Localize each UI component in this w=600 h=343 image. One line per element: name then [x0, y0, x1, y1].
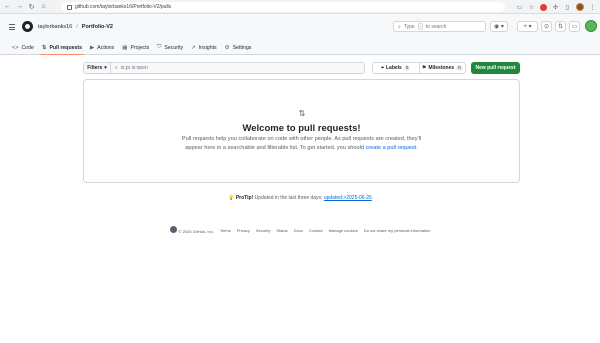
github-mark-icon[interactable]: [169, 226, 177, 233]
bookmark-star-icon[interactable]: ☆: [528, 4, 535, 11]
repo-header: taylorbanks16 / Portfolio-V2 ⌕ Type / to…: [0, 14, 600, 55]
filters-button[interactable]: Filters ▾: [83, 62, 111, 74]
extension-puzzle-icon[interactable]: ✣: [552, 4, 559, 11]
tab-code[interactable]: <> Code: [8, 40, 38, 55]
create-pull-request-link[interactable]: create a pull request: [366, 145, 417, 151]
git-pull-request-icon: ⇅: [557, 24, 564, 30]
tab-projects[interactable]: ▦ Projects: [118, 40, 153, 55]
search-filter-input[interactable]: ⌕ is:pr is:open: [111, 62, 365, 74]
copilot-icon: ◉ ▾: [494, 24, 504, 30]
milestone-icon: ⚑: [421, 65, 427, 71]
owner-link[interactable]: taylorbanks16: [38, 24, 72, 30]
search-input[interactable]: ⌕ Type / to search: [393, 21, 486, 32]
footer-link-contact[interactable]: Contact: [309, 228, 323, 233]
tab-actions[interactable]: ▶ Actions: [86, 40, 118, 55]
light-bulb-icon: 💡: [228, 195, 235, 201]
reload-icon[interactable]: ↻: [27, 2, 36, 11]
url-text: github.com/taylorbanks16/Portfolio-V2/pu…: [75, 4, 172, 10]
tag-icon: ⌖: [381, 65, 384, 71]
git-pull-request-icon: ⇅: [298, 109, 306, 118]
graph-icon: ↗: [191, 44, 196, 51]
footer-link-status[interactable]: Status: [276, 228, 287, 233]
table-icon: ▦: [122, 44, 128, 51]
hamburger-menu-icon[interactable]: [7, 22, 17, 32]
address-bar[interactable]: github.com/taylorbanks16/Portfolio-V2/pu…: [61, 2, 505, 12]
git-pull-request-icon: ⇅: [41, 44, 47, 51]
shield-icon: ⛉: [157, 44, 162, 50]
repo-link[interactable]: Portfolio-V2: [82, 24, 113, 30]
inbox-icon: ▭: [571, 24, 578, 30]
forward-icon[interactable]: →: [15, 2, 24, 11]
back-icon[interactable]: ←: [3, 2, 12, 11]
tab-security[interactable]: ⛉ Security: [153, 40, 187, 55]
protip-text: Updated in the last three days:: [254, 195, 323, 201]
pull-requests-button[interactable]: ⇅: [555, 21, 566, 32]
breadcrumb-separator: /: [76, 24, 78, 30]
site-info-icon[interactable]: [67, 4, 72, 10]
browser-toolbar: ← → ↻ ⌂ github.com/taylorbanks16/Portfol…: [0, 0, 600, 14]
copilot-button[interactable]: ◉ ▾: [490, 21, 508, 32]
plus-icon: + ▾: [523, 24, 532, 30]
blankslate-description: Pull requests help you collaborate on co…: [181, 136, 422, 151]
menu-dots-icon[interactable]: ⋮: [589, 4, 596, 11]
user-avatar[interactable]: [585, 20, 597, 32]
repo-tabs: <> Code ⇅ Pull requests ▶ Actions ▦ Proj…: [0, 40, 600, 55]
code-icon: <>: [12, 44, 19, 51]
labels-button[interactable]: ⌖ Labels 0: [373, 63, 419, 73]
protip-link[interactable]: updated:>2025-06-26: [324, 195, 372, 201]
new-pull-request-button[interactable]: New pull request: [471, 62, 520, 74]
issue-opened-icon: ⊙: [543, 24, 550, 30]
protip: 💡 ProTip! Updated in the last three days…: [0, 195, 600, 201]
home-icon[interactable]: ⌂: [39, 2, 48, 11]
footer-link-security[interactable]: Security: [256, 228, 270, 233]
footer-link-privacy[interactable]: Privacy: [237, 228, 250, 233]
breadcrumb: taylorbanks16 / Portfolio-V2: [38, 22, 113, 32]
milestones-count: 0: [456, 65, 463, 71]
tab-pull-requests[interactable]: ⇅ Pull requests: [38, 40, 86, 55]
tab-settings[interactable]: ⚙ Settings: [221, 40, 256, 55]
milestones-button[interactable]: ⚑ Milestones 0: [418, 63, 466, 73]
issues-button[interactable]: ⊙: [541, 21, 552, 32]
footer-copyright: © 2025 GitHub, Inc.: [169, 226, 214, 234]
search-icon: ⌕: [398, 23, 401, 30]
labels-count: 0: [403, 65, 411, 71]
blankslate: ⇅ Welcome to pull requests! Pull request…: [83, 79, 520, 183]
search-shortcut-key: /: [417, 23, 423, 30]
create-new-button[interactable]: + ▾: [517, 21, 538, 32]
footer-link-terms[interactable]: Terms: [220, 228, 231, 233]
install-icon[interactable]: ▭: [516, 4, 523, 11]
pr-toolbar: Filters ▾ ⌕ is:pr is:open ⌖ Labels 0 ⚑ M…: [83, 62, 520, 74]
profile-avatar[interactable]: [576, 3, 584, 11]
extension-icon[interactable]: [540, 3, 547, 11]
footer-link-docs[interactable]: Docs: [294, 228, 303, 233]
footer-link-do-not-share[interactable]: Do not share my personal information: [364, 228, 431, 233]
footer-link-manage-cookies[interactable]: Manage cookies: [329, 228, 358, 233]
gear-icon: ⚙: [224, 44, 230, 51]
protip-label: ProTip!: [235, 195, 254, 201]
page-footer: © 2025 GitHub, Inc. Terms Privacy Securi…: [0, 226, 600, 234]
labels-milestones-group: ⌖ Labels 0 ⚑ Milestones 0: [372, 62, 466, 74]
chevron-down-icon: ▾: [104, 65, 107, 71]
search-icon: ⌕: [115, 65, 118, 71]
blankslate-title: Welcome to pull requests!: [242, 123, 361, 134]
notifications-button[interactable]: ▭: [569, 21, 580, 32]
side-panel-icon[interactable]: ▯: [564, 4, 571, 11]
tab-insights[interactable]: ↗ Insights: [187, 40, 221, 55]
github-logo-icon[interactable]: [22, 21, 33, 32]
play-icon: ▶: [90, 44, 95, 51]
